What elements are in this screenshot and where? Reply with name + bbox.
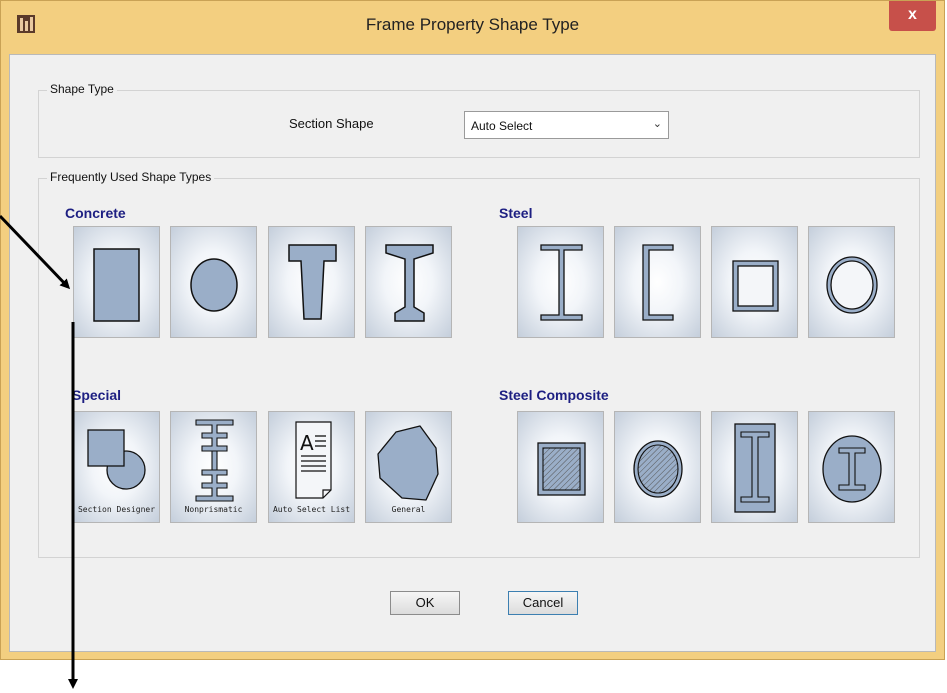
shape-type-group-label: Shape Type <box>47 82 117 96</box>
auto-select-list-caption: Auto Select List <box>272 505 351 514</box>
encased-rectangle-button[interactable] <box>711 411 798 523</box>
concrete-rectangular-button[interactable] <box>73 226 160 338</box>
concrete-circle-button[interactable] <box>170 226 257 338</box>
svg-text:A: A <box>300 431 314 455</box>
steel-pipe-button[interactable] <box>808 226 895 338</box>
encased-circle-icon <box>822 435 882 503</box>
window-title: Frame Property Shape Type <box>365 15 580 34</box>
concrete-tee-icon <box>288 244 337 320</box>
filled-pipe-icon <box>633 440 683 498</box>
steel-composite-heading: Steel Composite <box>499 387 609 403</box>
steel-box-icon <box>732 260 779 312</box>
steel-pipe-icon <box>826 256 878 314</box>
concrete-circle-icon <box>190 258 238 312</box>
concrete-i-girder-button[interactable] <box>365 226 452 338</box>
steel-heading: Steel <box>499 205 533 221</box>
concrete-heading: Concrete <box>65 205 126 221</box>
shape-type-group: Shape Type Section Shape Auto Select ⌄ <box>38 82 920 158</box>
ok-button[interactable]: OK <box>390 591 460 615</box>
auto-select-list-button[interactable]: A Auto Select List <box>268 411 355 523</box>
general-button[interactable]: General <box>365 411 452 523</box>
encased-rectangle-icon <box>734 423 776 513</box>
close-icon: x <box>908 6 917 23</box>
close-button[interactable]: x <box>889 1 936 31</box>
filled-box-button[interactable] <box>517 411 604 523</box>
section-shape-value: Auto Select <box>471 119 533 133</box>
encased-circle-button[interactable] <box>808 411 895 523</box>
dialog-window: Frame Property Shape Type x Shape Type S… <box>0 0 945 660</box>
special-heading: Special <box>72 387 122 403</box>
section-designer-caption: Section Designer <box>77 505 156 514</box>
dialog-client-area: Shape Type Section Shape Auto Select ⌄ F… <box>9 54 936 652</box>
steel-i-section-icon <box>540 244 583 321</box>
steel-i-section-button[interactable] <box>517 226 604 338</box>
section-designer-button[interactable]: Section Designer <box>73 411 160 523</box>
section-shape-label: Section Shape <box>289 116 374 131</box>
nonprismatic-button[interactable]: Nonprismatic <box>170 411 257 523</box>
title-bar[interactable]: Frame Property Shape Type x <box>1 1 944 53</box>
frequently-used-group-label: Frequently Used Shape Types <box>47 170 215 184</box>
cancel-button[interactable]: Cancel <box>508 591 578 615</box>
concrete-i-girder-icon <box>385 244 434 322</box>
steel-channel-button[interactable] <box>614 226 701 338</box>
concrete-rectangular-icon <box>93 248 140 322</box>
filled-pipe-button[interactable] <box>614 411 701 523</box>
general-caption: General <box>391 505 426 514</box>
section-shape-dropdown[interactable]: Auto Select ⌄ <box>464 111 669 139</box>
nonprismatic-caption: Nonprismatic <box>184 505 243 514</box>
filled-box-icon <box>537 442 586 496</box>
chevron-down-icon: ⌄ <box>652 118 662 130</box>
steel-box-button[interactable] <box>711 226 798 338</box>
steel-channel-icon <box>642 244 674 321</box>
concrete-tee-button[interactable] <box>268 226 355 338</box>
